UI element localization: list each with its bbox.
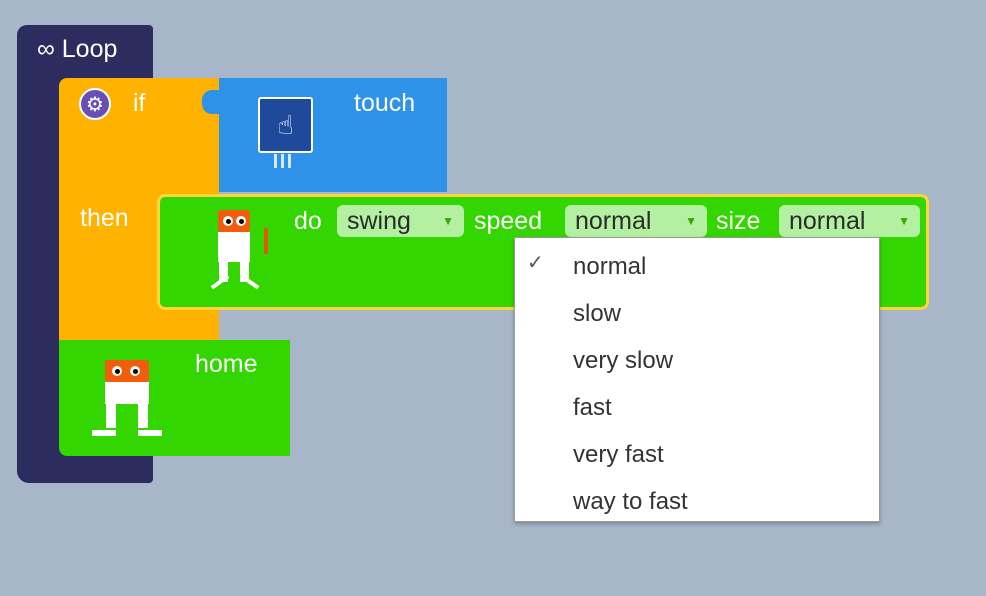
- speed-label: speed: [474, 207, 543, 235]
- dropdown-arrow-icon: ▼: [685, 214, 697, 228]
- loop-label: Loop: [61, 35, 118, 63]
- home-robot-icon: [90, 358, 165, 438]
- speed-dropdown-value: normal: [575, 206, 652, 235]
- menu-item-fast[interactable]: fast: [515, 381, 879, 428]
- menu-item-slow[interactable]: slow: [515, 287, 879, 334]
- swing-robot-icon: [190, 210, 275, 300]
- gear-icon[interactable]: ⚙: [79, 88, 111, 120]
- size-dropdown[interactable]: normal ▼: [779, 205, 920, 237]
- dropdown-arrow-icon: ▼: [898, 214, 910, 228]
- infinity-icon: ∞: [37, 35, 55, 63]
- swing-arrow-icon: [264, 228, 268, 254]
- home-label: home: [195, 350, 258, 378]
- menu-item-very-fast[interactable]: very fast: [515, 428, 879, 475]
- sensor-pins-icon: [274, 154, 298, 168]
- touch-label: touch: [354, 89, 416, 117]
- size-label: size: [716, 207, 761, 235]
- do-label: do: [294, 207, 322, 235]
- menu-item-way-to-fast[interactable]: way to fast: [515, 475, 879, 522]
- speed-dropdown-menu: ✓ normal slow very slow fast very fast w…: [514, 237, 880, 522]
- touch-hand-icon: ☝: [258, 97, 313, 153]
- checkmark-icon: ✓: [527, 252, 544, 274]
- menu-item-normal[interactable]: ✓ normal: [515, 240, 879, 287]
- then-label: then: [80, 204, 129, 232]
- menu-item-very-slow[interactable]: very slow: [515, 334, 879, 381]
- dropdown-arrow-icon: ▼: [442, 214, 454, 228]
- loop-header: ∞ Loop: [37, 37, 117, 62]
- action-dropdown-value: swing: [347, 206, 411, 235]
- speed-dropdown[interactable]: normal ▼: [565, 205, 707, 237]
- size-dropdown-value: normal: [789, 206, 866, 235]
- action-dropdown[interactable]: swing ▼: [337, 205, 464, 237]
- if-label: if: [133, 89, 146, 117]
